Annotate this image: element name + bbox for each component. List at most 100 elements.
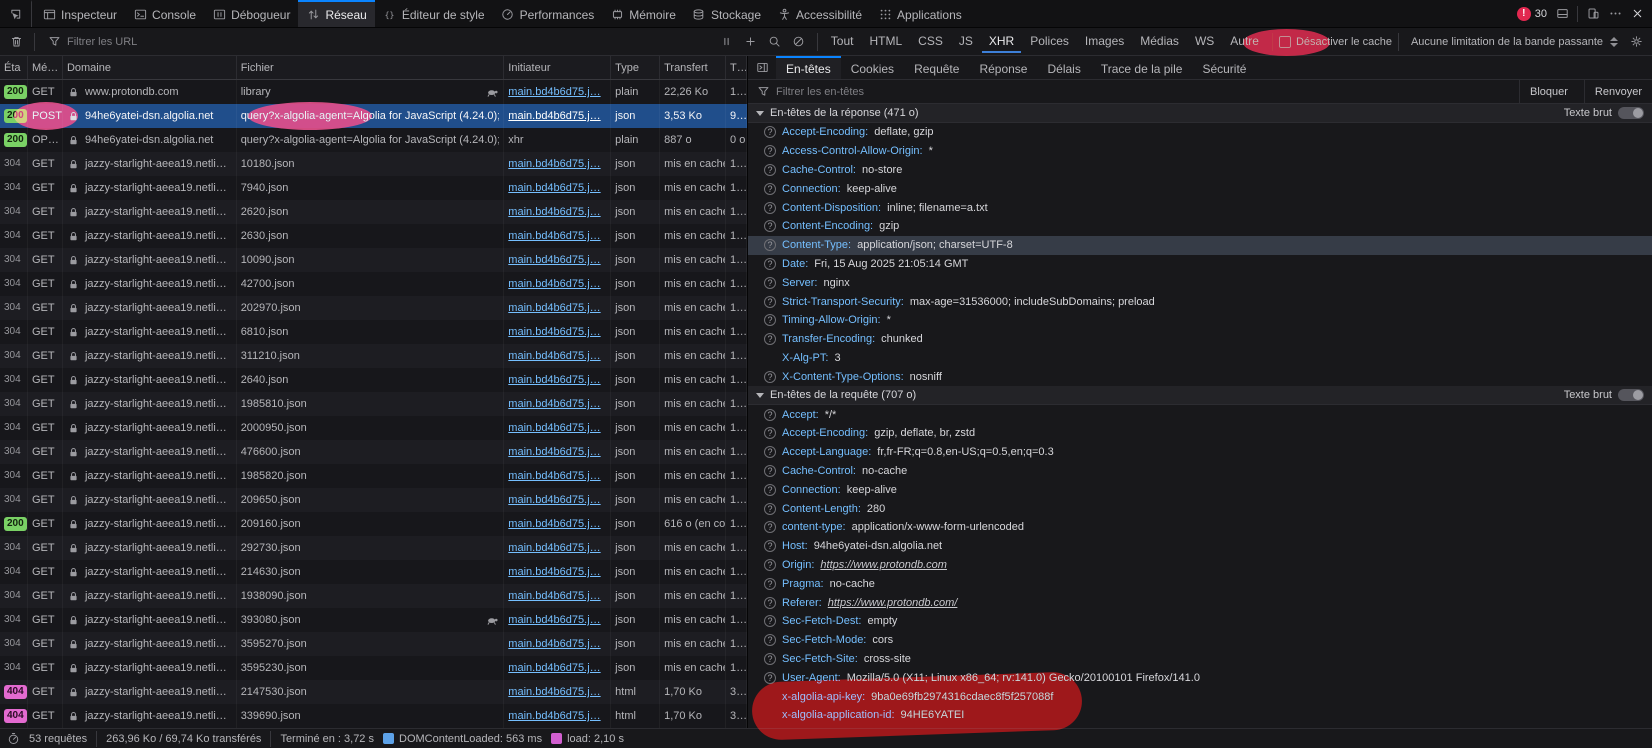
header-value[interactable]: https://www.protondb.com/ <box>828 597 958 609</box>
table-row[interactable]: 304GETjazzy-starlight-aeea19.netli…10090… <box>0 248 747 272</box>
help-icon[interactable]: ? <box>764 503 776 515</box>
tab-accessibility[interactable]: Accessibilité <box>769 0 870 27</box>
initiator-label[interactable]: main.bd4b6d75.j… <box>508 110 600 122</box>
help-icon[interactable]: ? <box>764 653 776 665</box>
help-icon[interactable]: ? <box>764 239 776 251</box>
headers-filter-input[interactable] <box>776 86 1513 98</box>
help-icon[interactable]: ? <box>764 258 776 270</box>
resend-request-button[interactable]: Renvoyer <box>1584 80 1652 103</box>
initiator-label[interactable]: main.bd4b6d75.j… <box>508 422 600 434</box>
initiator-label[interactable]: main.bd4b6d75.j… <box>508 302 600 314</box>
table-row[interactable]: 304GETjazzy-starlight-aeea19.netli…20009… <box>0 416 747 440</box>
help-icon[interactable]: ? <box>764 277 776 289</box>
performance-analysis-icon[interactable] <box>6 732 20 746</box>
details-tab-requ-te[interactable]: Requête <box>904 56 969 79</box>
help-icon[interactable]: ? <box>764 597 776 609</box>
error-count-badge[interactable]: ! 30 <box>1517 7 1547 21</box>
url-filter[interactable] <box>41 35 715 49</box>
header-value[interactable]: https://www.protondb.com <box>820 559 947 571</box>
table-row[interactable]: 304GETjazzy-starlight-aeea19.netli…19380… <box>0 584 747 608</box>
header-row[interactable]: ?Sec-Fetch-Dest:empty <box>748 612 1652 631</box>
header-row[interactable]: ?Sec-Fetch-Mode:cors <box>748 631 1652 650</box>
help-icon[interactable]: ? <box>764 446 776 458</box>
help-icon[interactable]: ? <box>764 634 776 646</box>
header-row[interactable]: ?Referer:https://www.protondb.com/ <box>748 593 1652 612</box>
table-row[interactable]: 304GETjazzy-starlight-aeea19.netli…10180… <box>0 152 747 176</box>
header-row[interactable]: ?Strict-Transport-Security:max-age=31536… <box>748 292 1652 311</box>
network-settings-button[interactable] <box>1624 30 1648 54</box>
initiator-label[interactable]: main.bd4b6d75.j… <box>508 614 600 626</box>
table-row[interactable]: 304GETjazzy-starlight-aeea19.netli…35952… <box>0 632 747 656</box>
header-row[interactable]: ?Accept-Language:fr,fr-FR;q=0.8,en-US;q=… <box>748 443 1652 462</box>
sidebar-toggle-button[interactable] <box>748 56 776 79</box>
header-row[interactable]: ?User-Agent:Mozilla/5.0 (X11; Linux x86_… <box>748 668 1652 687</box>
column-header-5[interactable]: Type <box>611 56 660 79</box>
initiator-label[interactable]: main.bd4b6d75.j… <box>508 518 600 530</box>
initiator-label[interactable]: main.bd4b6d75.j… <box>508 638 600 650</box>
load-time[interactable]: load: 2,10 s <box>551 733 624 745</box>
table-row[interactable]: 304GETjazzy-starlight-aeea19.netli…2620.… <box>0 200 747 224</box>
initiator-label[interactable]: main.bd4b6d75.j… <box>508 158 600 170</box>
header-row[interactable]: X-Alg-PT:3 <box>748 349 1652 368</box>
table-row[interactable]: 304GETjazzy-starlight-aeea19.netli…19858… <box>0 392 747 416</box>
details-tab-r-ponse[interactable]: Réponse <box>969 56 1037 79</box>
help-icon[interactable]: ? <box>764 220 776 232</box>
help-icon[interactable]: ? <box>764 465 776 477</box>
header-row[interactable]: ?Cache-Control:no-store <box>748 161 1652 180</box>
tab-inspector[interactable]: Inspecteur <box>34 0 125 27</box>
disable-cache-checkbox[interactable]: Désactiver le cache <box>1279 36 1392 48</box>
responsive-design-icon[interactable] <box>1586 7 1600 21</box>
column-header-6[interactable]: Transfert <box>660 56 726 79</box>
raw-toggle[interactable] <box>1618 389 1644 401</box>
initiator-label[interactable]: main.bd4b6d75.j… <box>508 326 600 338</box>
initiator-label[interactable]: main.bd4b6d75.j… <box>508 662 600 674</box>
table-row[interactable]: 404GETjazzy-starlight-aeea19.netli…21475… <box>0 680 747 704</box>
header-row[interactable]: ?Accept:*/* <box>748 405 1652 424</box>
table-row[interactable]: 304GETjazzy-starlight-aeea19.netli…19858… <box>0 464 747 488</box>
column-header-1[interactable]: Mé… <box>28 56 63 79</box>
header-row[interactable]: ?Content-Type:application/json; charset=… <box>748 236 1652 255</box>
initiator-label[interactable]: main.bd4b6d75.j… <box>508 686 600 698</box>
initiator-label[interactable]: main.bd4b6d75.j… <box>508 446 600 458</box>
initiator-label[interactable]: main.bd4b6d75.j… <box>508 710 600 722</box>
filter-tout[interactable]: Tout <box>824 31 861 53</box>
tab-style-editor[interactable]: {}Éditeur de style <box>375 0 493 27</box>
initiator-label[interactable]: main.bd4b6d75.j… <box>508 206 600 218</box>
help-icon[interactable]: ? <box>764 296 776 308</box>
tab-storage[interactable]: Stockage <box>684 0 769 27</box>
filter-css[interactable]: CSS <box>911 31 950 53</box>
tab-applications[interactable]: Applications <box>870 0 970 27</box>
tab-performance[interactable]: Performances <box>493 0 603 27</box>
table-row[interactable]: 200GETjazzy-starlight-aeea19.netli…20916… <box>0 512 747 536</box>
details-tab-s-curit-[interactable]: Sécurité <box>1192 56 1256 79</box>
initiator-label[interactable]: main.bd4b6d75.j… <box>508 86 600 98</box>
header-row[interactable]: ?Content-Disposition:inline; filename=a.… <box>748 198 1652 217</box>
initiator-label[interactable]: main.bd4b6d75.j… <box>508 542 600 554</box>
block-url-button[interactable]: Bloquer <box>1519 80 1578 103</box>
initiator-label[interactable]: main.bd4b6d75.j… <box>508 566 600 578</box>
dock-side-icon[interactable] <box>1555 7 1569 21</box>
header-row[interactable]: ?Host:94he6yatei-dsn.algolia.net <box>748 537 1652 556</box>
new-request-button[interactable] <box>739 30 763 54</box>
initiator-label[interactable]: main.bd4b6d75.j… <box>508 374 600 386</box>
filter-polices[interactable]: Polices <box>1023 31 1076 53</box>
menu-icon[interactable] <box>1608 7 1622 21</box>
raw-toggle[interactable] <box>1618 107 1644 119</box>
table-row[interactable]: 304GETjazzy-starlight-aeea19.netli…20297… <box>0 296 747 320</box>
filter-images[interactable]: Images <box>1078 31 1131 53</box>
help-icon[interactable]: ? <box>764 672 776 684</box>
throttling-select[interactable]: Aucune limitation de la bande passante <box>1405 36 1624 48</box>
tab-network[interactable]: Réseau <box>298 0 374 27</box>
filter-mdias[interactable]: Médias <box>1133 31 1186 53</box>
filter-js[interactable]: JS <box>952 31 980 53</box>
filter-html[interactable]: HTML <box>862 31 909 53</box>
clear-requests-button[interactable] <box>4 30 28 54</box>
help-icon[interactable]: ? <box>764 183 776 195</box>
help-icon[interactable]: ? <box>764 164 776 176</box>
header-row[interactable]: ?Timing-Allow-Origin:* <box>748 311 1652 330</box>
table-row[interactable]: 304GETjazzy-starlight-aeea19.netli…39308… <box>0 608 747 632</box>
initiator-label[interactable]: main.bd4b6d75.j… <box>508 230 600 242</box>
table-row[interactable]: 304GETjazzy-starlight-aeea19.netli…2640.… <box>0 368 747 392</box>
details-tab-d-lais[interactable]: Délais <box>1037 56 1090 79</box>
header-row[interactable]: ?Content-Encoding:gzip <box>748 217 1652 236</box>
